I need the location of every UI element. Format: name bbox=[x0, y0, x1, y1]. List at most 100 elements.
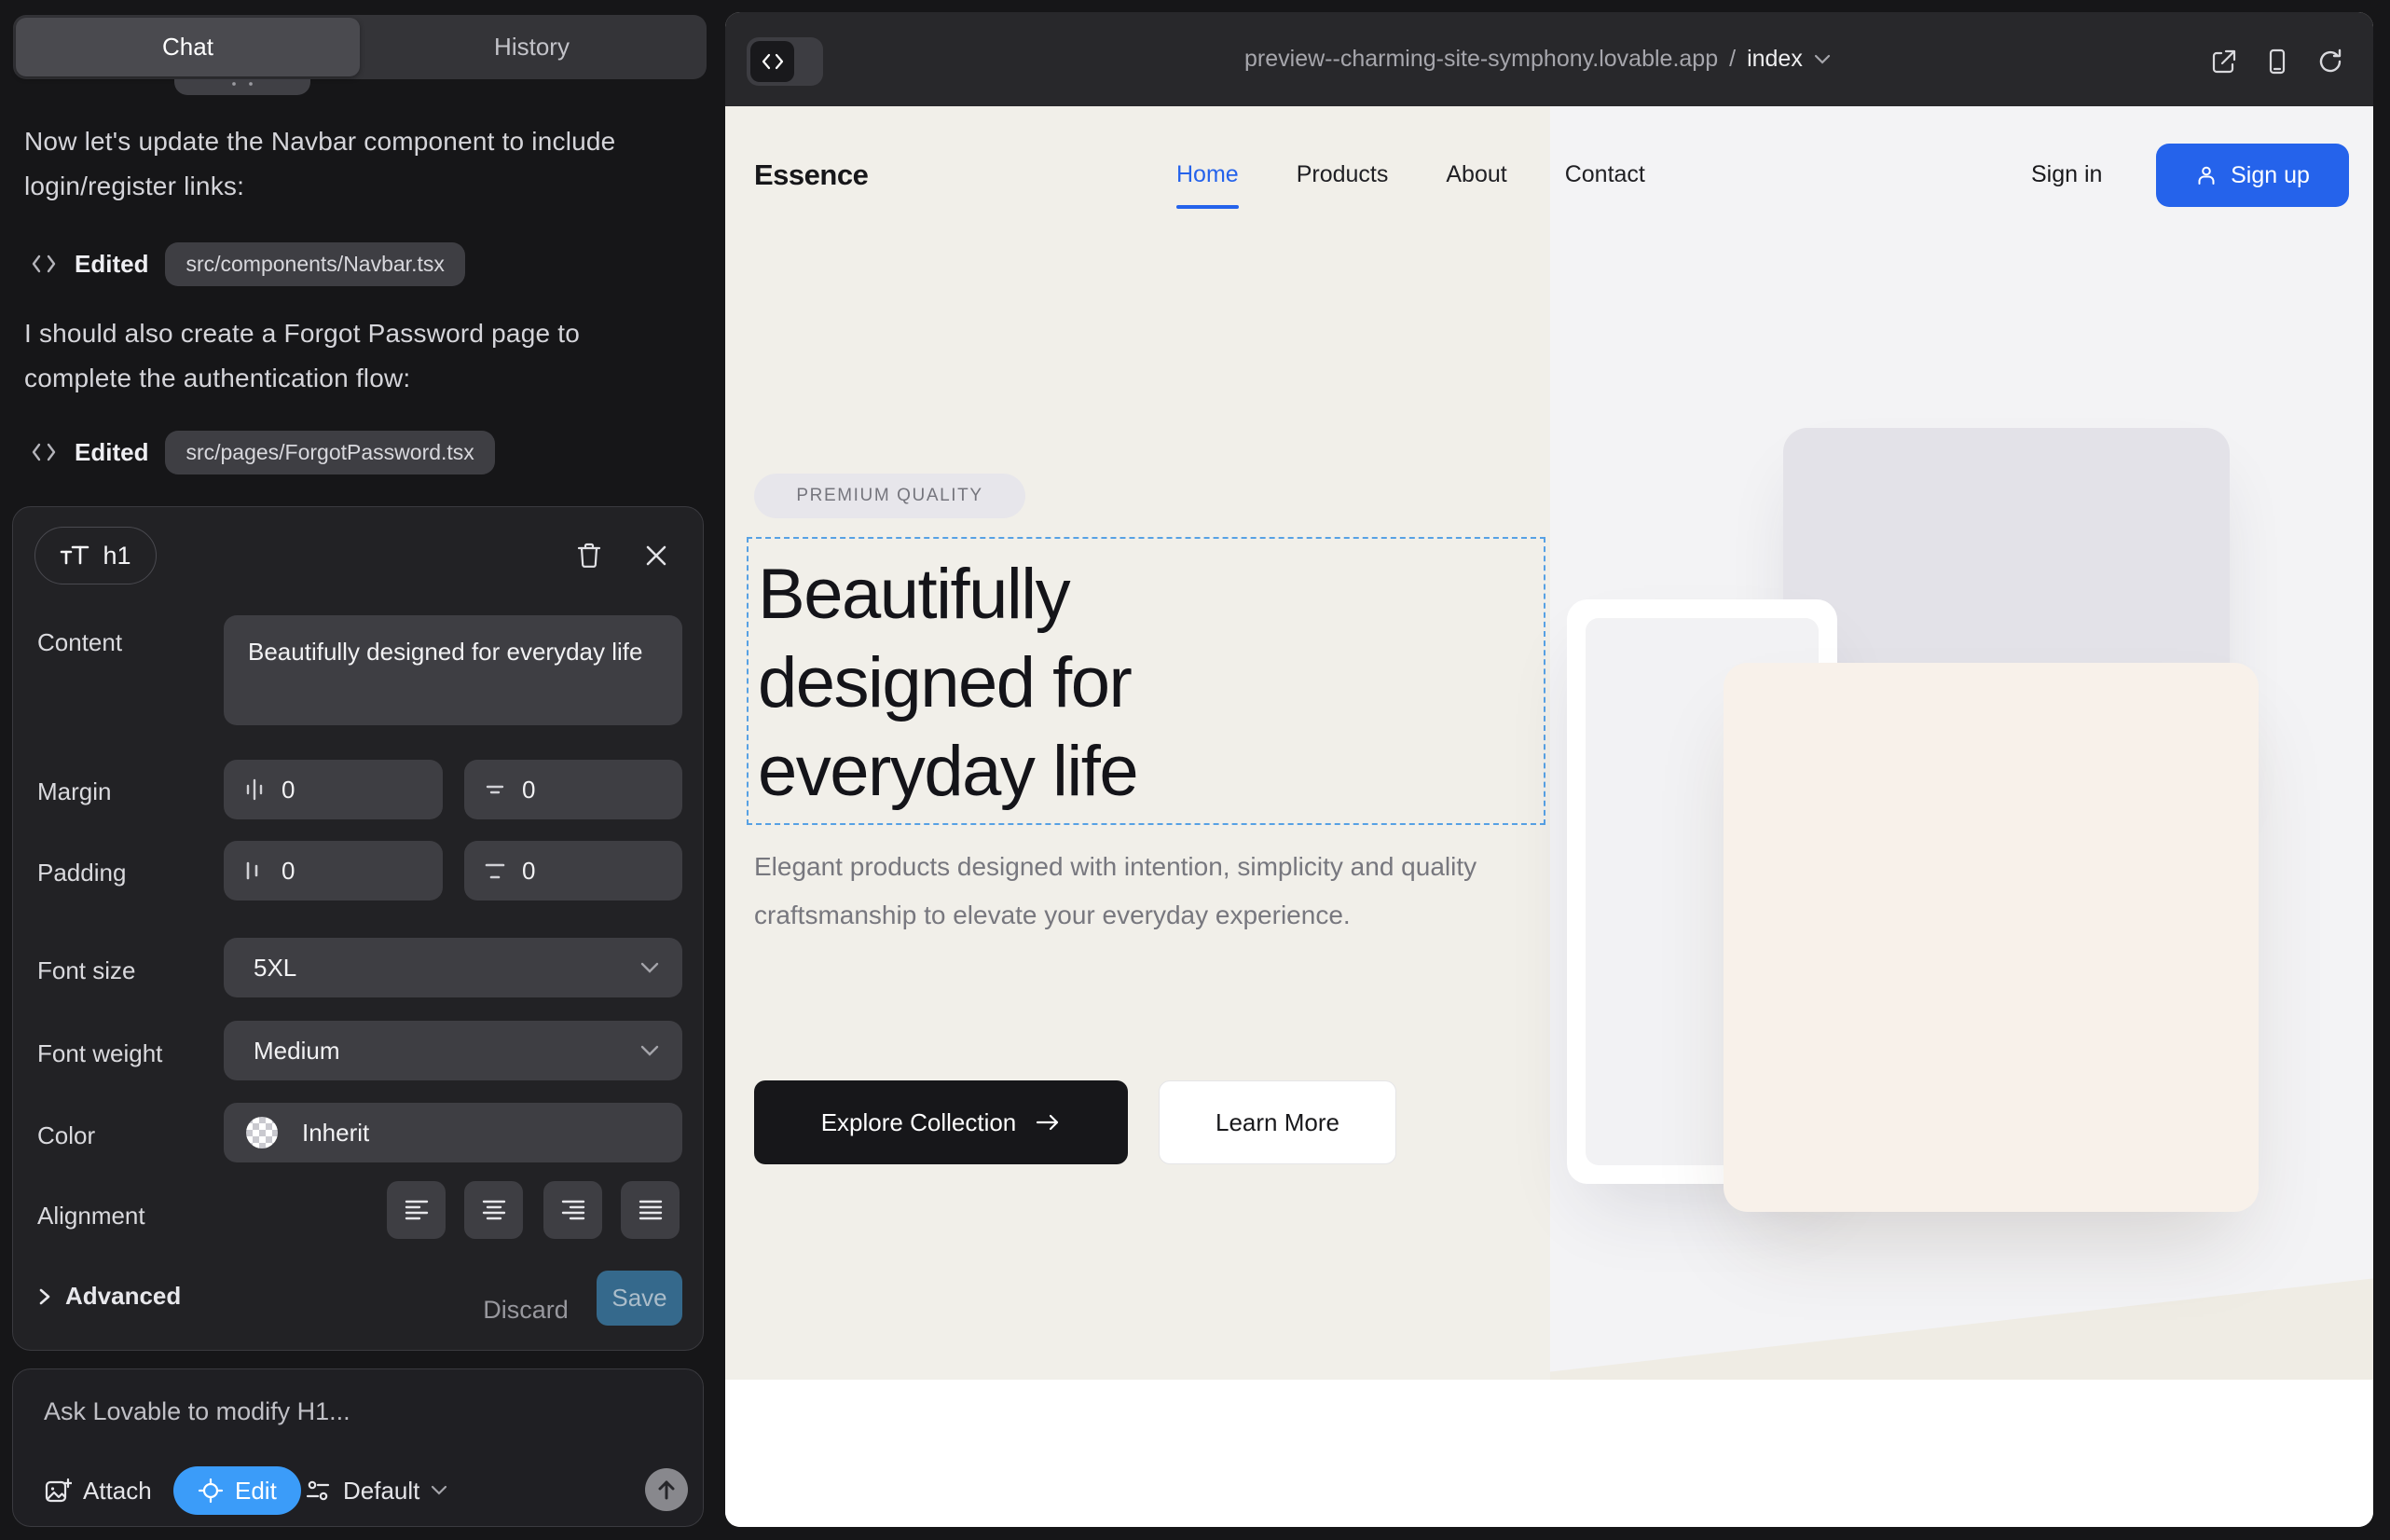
url-separator: / bbox=[1729, 46, 1736, 73]
edited-label: Edited bbox=[75, 250, 148, 279]
chat-composer: Attach Edit Default bbox=[12, 1368, 704, 1527]
site-logo[interactable]: Essence bbox=[754, 158, 868, 192]
composer-input[interactable] bbox=[44, 1397, 659, 1426]
edit-mode-button[interactable]: Edit bbox=[173, 1466, 301, 1515]
color-value: Inherit bbox=[302, 1119, 369, 1148]
chevron-right-icon bbox=[37, 1286, 52, 1308]
user-icon bbox=[2195, 164, 2218, 186]
delete-element-button[interactable] bbox=[569, 535, 610, 576]
alignment-label: Alignment bbox=[37, 1202, 145, 1231]
preview-url[interactable]: preview--charming-site-symphony.lovable.… bbox=[1244, 12, 1831, 106]
align-center-button[interactable] bbox=[464, 1181, 523, 1239]
edit-label: Edit bbox=[235, 1477, 277, 1506]
chat-history-tabs: Chat History bbox=[13, 15, 707, 79]
color-swatch-icon bbox=[246, 1117, 278, 1148]
tab-history[interactable]: History bbox=[360, 18, 704, 76]
hero-section: Essence Home Products About Contact Sign… bbox=[725, 106, 2373, 1380]
mobile-view-icon[interactable] bbox=[2263, 48, 2293, 77]
discard-button[interactable]: Discard bbox=[479, 1284, 572, 1336]
assistant-message: Now let's update the Navbar component to… bbox=[24, 119, 682, 209]
signup-label: Sign up bbox=[2231, 162, 2310, 189]
nav-link-contact[interactable]: Contact bbox=[1565, 161, 1645, 188]
arrow-right-icon bbox=[1035, 1113, 1061, 1132]
padding-y-input[interactable] bbox=[522, 857, 634, 886]
save-button[interactable]: Save bbox=[597, 1271, 682, 1326]
chevron-down-icon bbox=[639, 1044, 660, 1057]
truncated-chip bbox=[174, 79, 310, 95]
edited-file-row[interactable]: Edited src/components/Navbar.tsx bbox=[30, 239, 465, 289]
cta-primary-label: Explore Collection bbox=[821, 1108, 1017, 1137]
margin-x-field[interactable] bbox=[224, 760, 443, 819]
element-editor-panel: h1 Content Beautifully designed for ever… bbox=[12, 506, 704, 1351]
decorative-wedge bbox=[1550, 1266, 2373, 1380]
file-chip[interactable]: src/pages/ForgotPassword.tsx bbox=[165, 431, 494, 474]
padding-label: Padding bbox=[37, 859, 126, 887]
tab-chat[interactable]: Chat bbox=[16, 18, 360, 76]
margin-horizontal-icon bbox=[242, 777, 267, 802]
color-select[interactable]: Inherit bbox=[224, 1103, 682, 1162]
align-left-button[interactable] bbox=[387, 1181, 446, 1239]
open-in-new-tab-icon[interactable] bbox=[2210, 48, 2240, 77]
margin-y-field[interactable] bbox=[464, 760, 682, 819]
align-justify-button[interactable] bbox=[621, 1181, 680, 1239]
signup-button[interactable]: Sign up bbox=[2156, 144, 2349, 207]
site-canvas: Essence Home Products About Contact Sign… bbox=[725, 106, 2373, 1527]
h1-selection-outline[interactable]: Beautifully designed for everyday life bbox=[747, 537, 1545, 825]
typography-icon bbox=[60, 543, 91, 569]
explore-collection-button[interactable]: Explore Collection bbox=[754, 1080, 1128, 1164]
hero-headline[interactable]: Beautifully designed for everyday life bbox=[749, 539, 1544, 816]
code-view-toggle[interactable] bbox=[747, 37, 823, 86]
code-icon bbox=[30, 252, 58, 276]
color-label: Color bbox=[37, 1121, 95, 1150]
content-label: Content bbox=[37, 628, 122, 657]
url-page: index bbox=[1747, 46, 1803, 73]
product-card-front bbox=[1724, 663, 2259, 1212]
signin-link[interactable]: Sign in bbox=[2031, 161, 2102, 188]
advanced-label: Advanced bbox=[65, 1282, 181, 1311]
code-icon bbox=[30, 440, 58, 464]
preview-topbar: preview--charming-site-symphony.lovable.… bbox=[725, 12, 2373, 106]
font-weight-label: Font weight bbox=[37, 1039, 162, 1068]
font-weight-select[interactable]: Medium bbox=[224, 1021, 682, 1080]
attach-button[interactable]: Attach bbox=[44, 1466, 152, 1515]
code-icon bbox=[750, 41, 794, 82]
edited-file-row[interactable]: Edited src/pages/ForgotPassword.tsx bbox=[30, 427, 495, 477]
margin-label: Margin bbox=[37, 777, 111, 806]
padding-y-field[interactable] bbox=[464, 841, 682, 901]
sliders-icon bbox=[304, 1477, 332, 1505]
hero-subtext: Elegant products designed with intention… bbox=[754, 843, 1509, 940]
chevron-down-icon bbox=[639, 961, 660, 974]
refresh-icon[interactable] bbox=[2316, 48, 2346, 77]
attach-image-icon bbox=[44, 1477, 72, 1505]
nav-link-about[interactable]: About bbox=[1446, 161, 1506, 188]
edited-label: Edited bbox=[75, 438, 148, 467]
content-textarea[interactable]: Beautifully designed for everyday life bbox=[224, 615, 682, 725]
attach-label: Attach bbox=[83, 1477, 152, 1506]
model-mode-button[interactable]: Default bbox=[304, 1466, 447, 1515]
nav-link-home[interactable]: Home bbox=[1176, 161, 1239, 188]
learn-more-button[interactable]: Learn More bbox=[1159, 1080, 1396, 1164]
margin-y-input[interactable] bbox=[522, 776, 634, 804]
chat-panel: Chat History Now let's update the Navbar… bbox=[0, 0, 725, 1540]
selected-tag-pill[interactable]: h1 bbox=[34, 527, 157, 584]
assistant-message: I should also create a Forgot Password p… bbox=[24, 311, 682, 401]
padding-x-field[interactable] bbox=[224, 841, 443, 901]
send-button[interactable] bbox=[645, 1468, 688, 1511]
chevron-down-icon bbox=[431, 1485, 447, 1496]
padding-x-input[interactable] bbox=[282, 857, 393, 886]
arrow-up-icon bbox=[656, 1478, 677, 1501]
ellipsis-dots bbox=[228, 82, 256, 87]
file-chip[interactable]: src/components/Navbar.tsx bbox=[165, 242, 464, 286]
margin-vertical-icon bbox=[483, 777, 507, 802]
nav-link-products[interactable]: Products bbox=[1297, 161, 1389, 188]
padding-vertical-icon bbox=[483, 859, 507, 883]
align-right-button[interactable] bbox=[543, 1181, 602, 1239]
headline-line: Beautifully bbox=[758, 550, 1544, 639]
close-icon[interactable] bbox=[636, 535, 677, 576]
url-host: preview--charming-site-symphony.lovable.… bbox=[1244, 46, 1718, 73]
margin-x-input[interactable] bbox=[282, 776, 393, 804]
advanced-toggle[interactable]: Advanced bbox=[37, 1282, 181, 1311]
preview-panel: preview--charming-site-symphony.lovable.… bbox=[725, 12, 2373, 1527]
font-size-select[interactable]: 5XL bbox=[224, 938, 682, 997]
tag-name: h1 bbox=[103, 542, 130, 571]
